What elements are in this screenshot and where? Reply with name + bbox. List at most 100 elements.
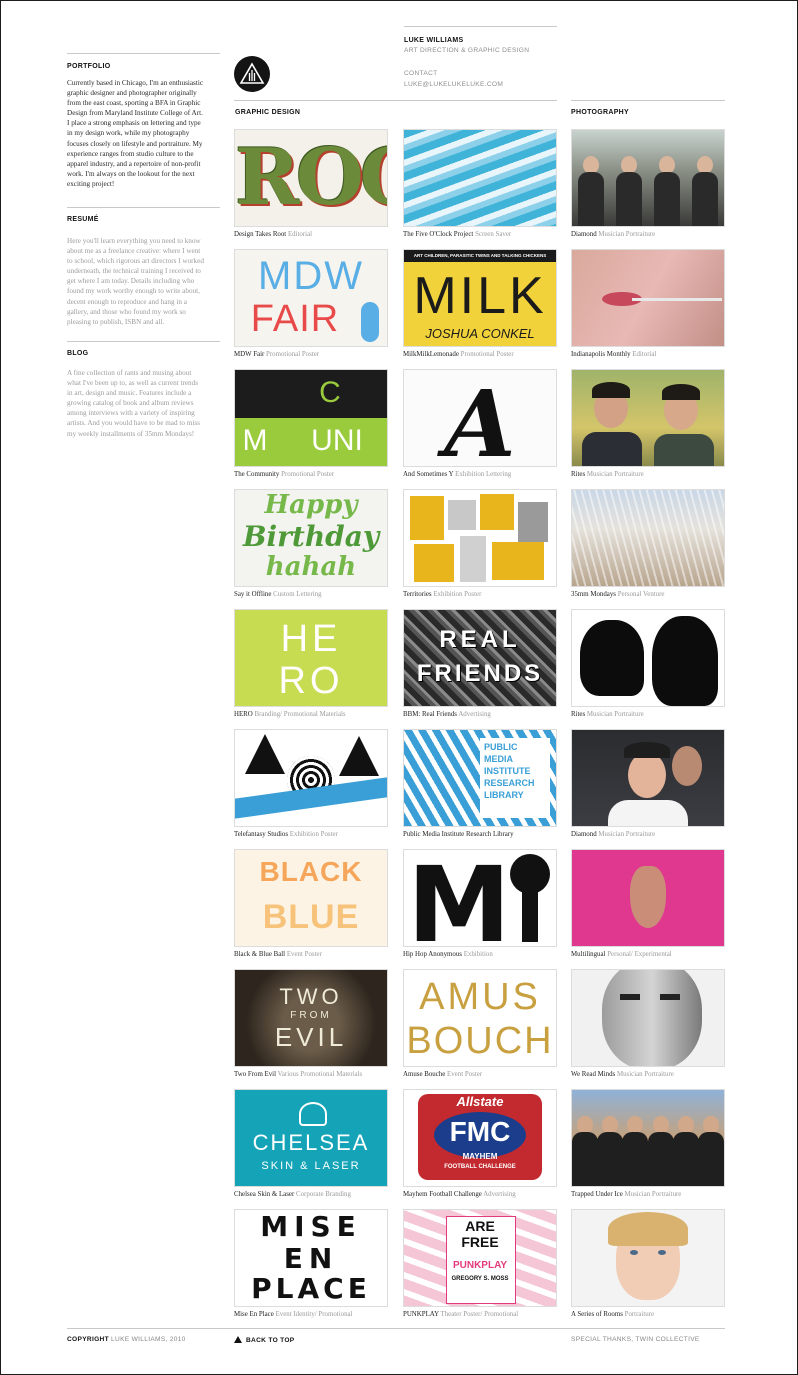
copyright-text: LUKE WILLIAMS, 2010 [111,1336,186,1343]
portfolio-thumbnail[interactable] [571,969,725,1067]
tile-lettering: FAIR [250,298,340,340]
paragraph-line: gallery, and those who found my work so [67,307,186,316]
contact-email-link[interactable]: LUKE@LUKELUKELUKE.COM [404,81,503,88]
resume-heading[interactable]: RESUMÉ [67,216,99,223]
portfolio-thumbnail[interactable] [571,129,725,227]
portfolio-thumbnail[interactable]: REAL FRIENDS [403,609,557,707]
portfolio-thumbnail[interactable]: A [403,369,557,467]
portfolio-thumbnail[interactable]: Allstate FMC MAYHEM FOOTBALL CHALLENGE [403,1089,557,1187]
portfolio-thumbnail[interactable]: M [403,849,557,947]
portfolio-thumbnail[interactable]: Happy Birthday hahah [234,489,388,587]
thumbnail-caption[interactable]: Say it Offline Custom Lettering [234,591,394,598]
thumbnail-caption[interactable]: Trapped Under Ice Musician Portraiture [571,1191,731,1198]
copyright-label: COPYRIGHT [67,1336,109,1343]
thumbnail-caption[interactable]: Multilingual Personal/ Experimental [571,951,731,958]
portfolio-thumbnail[interactable]: AMUS BOUCH [403,969,557,1067]
resume-description: Here you'll learn everything you need to… [67,236,223,327]
project-title: Diamond [571,231,597,238]
thumbnail-caption[interactable]: The Five O'Clock Project Screen Saver [403,231,563,238]
thumbnail-caption[interactable]: MDW Fair Promotional Poster [234,351,394,358]
thumbnail-caption[interactable]: PUNKPLAY Theater Poster/ Promotional [403,1311,563,1318]
thumbnail-caption[interactable]: HERO Branding/ Promotional Materials [234,711,394,718]
thumbnail-caption[interactable]: Indianapolis Monthly Editorial [571,351,731,358]
thumbnail-caption[interactable]: Black & Blue Ball Event Poster [234,951,394,958]
tile-lettering: LIBRARY [484,790,524,800]
portfolio-thumbnail[interactable] [571,1209,725,1307]
thumbnail-caption[interactable]: We Read Minds Musician Portraiture [571,1071,731,1078]
portfolio-thumbnail[interactable]: ART CHILDREN, PARASITIC TWINS AND TALKIN… [403,249,557,347]
thumbnail-caption[interactable]: Diamond Musician Portraiture [571,831,731,838]
project-title: Diamond [571,831,597,838]
portfolio-thumbnail[interactable]: ARE FREE PUNKPLAY GREGORY S. MOSS [403,1209,557,1307]
portfolio-thumbnail[interactable]: C OM M UNI [234,369,388,467]
project-title: 35mm Mondays [571,591,616,598]
tile-lettering: OM [336,376,386,409]
tile-lettering: RESEARCH [484,778,535,788]
portfolio-thumbnail[interactable] [571,1089,725,1187]
logo-mark[interactable] [234,56,270,92]
portfolio-thumbnail[interactable] [571,609,725,707]
portfolio-thumbnail[interactable]: MDW FAIR [234,249,388,347]
portfolio-thumbnail[interactable]: PUBLIC MEDIA INSTITUTE RESEARCH LIBRARY [403,729,557,827]
portfolio-thumbnail[interactable] [571,489,725,587]
project-type: Musician Portraiture [586,471,644,478]
arrow-up-icon [234,1336,242,1343]
thumbnail-caption[interactable]: BBM: Real Friends Advertising [403,711,563,718]
portfolio-heading[interactable]: PORTFOLIO [67,63,111,70]
tile-lettering: UNI [311,424,363,457]
portfolio-thumbnail[interactable]: ROO [234,129,388,227]
portfolio-thumbnail[interactable]: HE RO [234,609,388,707]
thumbnail-caption[interactable]: Rites Musician Portraiture [571,471,731,478]
thumbnail-caption[interactable]: Design Takes Root Editorial [234,231,394,238]
tile-lettering: TWO [279,984,343,1009]
project-type: Various Promotional Materials [277,1071,363,1078]
thumbnail-caption[interactable]: Chelsea Skin & Laser Corporate Branding [234,1191,394,1198]
back-to-top-label: BACK TO TOP [246,1337,295,1344]
tile-lettering: SKIN & LASER [261,1160,361,1172]
project-title: Public Media Institute Research Library [403,831,514,838]
portfolio-thumbnail[interactable] [571,849,725,947]
project-title: Two From Evil [234,1071,277,1078]
paragraph-line: I place a strong emphasis on lettering a… [67,119,201,128]
thumbnail-caption[interactable]: Amuse Bouche Event Poster [403,1071,563,1078]
portfolio-thumbnail[interactable] [571,369,725,467]
thumbnail-caption[interactable]: Telefantasy Studios Exhibition Poster [234,831,394,838]
thumbnail-caption[interactable]: The Community Promotional Poster [234,471,394,478]
special-thanks-link[interactable]: SPECIAL THANKS, TWIN COLLECTIVE [571,1336,700,1343]
project-type: Musician Portraiture [586,711,644,718]
portfolio-thumbnail[interactable] [234,729,388,827]
blog-rule [67,341,220,342]
thumbnail-caption[interactable]: Diamond Musician Portraiture [571,231,731,238]
thumbnail-caption[interactable]: Mise En Place Event Identity/ Promotiona… [234,1311,394,1318]
thumbnail-caption[interactable]: Two From Evil Various Promotional Materi… [234,1071,394,1078]
thumbnail-caption[interactable]: Hip Hop Anonymous Exhibition [403,951,563,958]
portfolio-thumbnail[interactable] [403,129,557,227]
thumbnail-caption[interactable]: Territories Exhibition Poster [403,591,563,598]
site-owner-name: LUKE WILLIAMS [404,37,464,44]
portfolio-thumbnail[interactable] [571,249,725,347]
portfolio-thumbnail[interactable]: BLACK BLUE [234,849,388,947]
portfolio-description: Currently based in Chicago, I'm an enthu… [67,78,223,189]
paragraph-line: from the east coast, sporting a BFA in G… [67,99,201,108]
project-type: Promotional Poster [281,471,335,478]
project-type: Exhibition Poster [289,831,338,838]
thumbnail-caption[interactable]: Mayhem Football Challenge Advertising [403,1191,563,1198]
portfolio-thumbnail[interactable]: MISE EN PLACE [234,1209,388,1307]
tile-lettering: FROM [290,1010,332,1021]
portfolio-thumbnail[interactable] [571,729,725,827]
thumbnail-caption[interactable]: 35mm Mondays Personal Venture [571,591,731,598]
thumbnail-caption[interactable]: Public Media Institute Research Library [403,831,563,838]
project-type: Musician Portraiture [598,231,656,238]
blog-heading[interactable]: BLOG [67,350,88,357]
portfolio-thumbnail[interactable]: TWO FROM EVIL [234,969,388,1067]
thumbnail-caption[interactable]: MilkMilkLemonade Promotional Poster [403,351,563,358]
thumbnail-caption[interactable]: A Series of Rooms Portraiture [571,1311,731,1318]
portfolio-thumbnail[interactable] [403,489,557,587]
project-type: Promotional Poster [460,351,514,358]
thumbnail-caption[interactable]: And Sometimes Y Exhibition Lettering [403,471,563,478]
project-title: Mise En Place [234,1311,274,1318]
back-to-top-link[interactable]: BACK TO TOP [234,1336,294,1344]
portfolio-thumbnail[interactable]: CHELSEA SKIN & LASER [234,1089,388,1187]
thumbnail-caption[interactable]: Rites Musician Portraiture [571,711,731,718]
project-title: Black & Blue Ball [234,951,286,958]
